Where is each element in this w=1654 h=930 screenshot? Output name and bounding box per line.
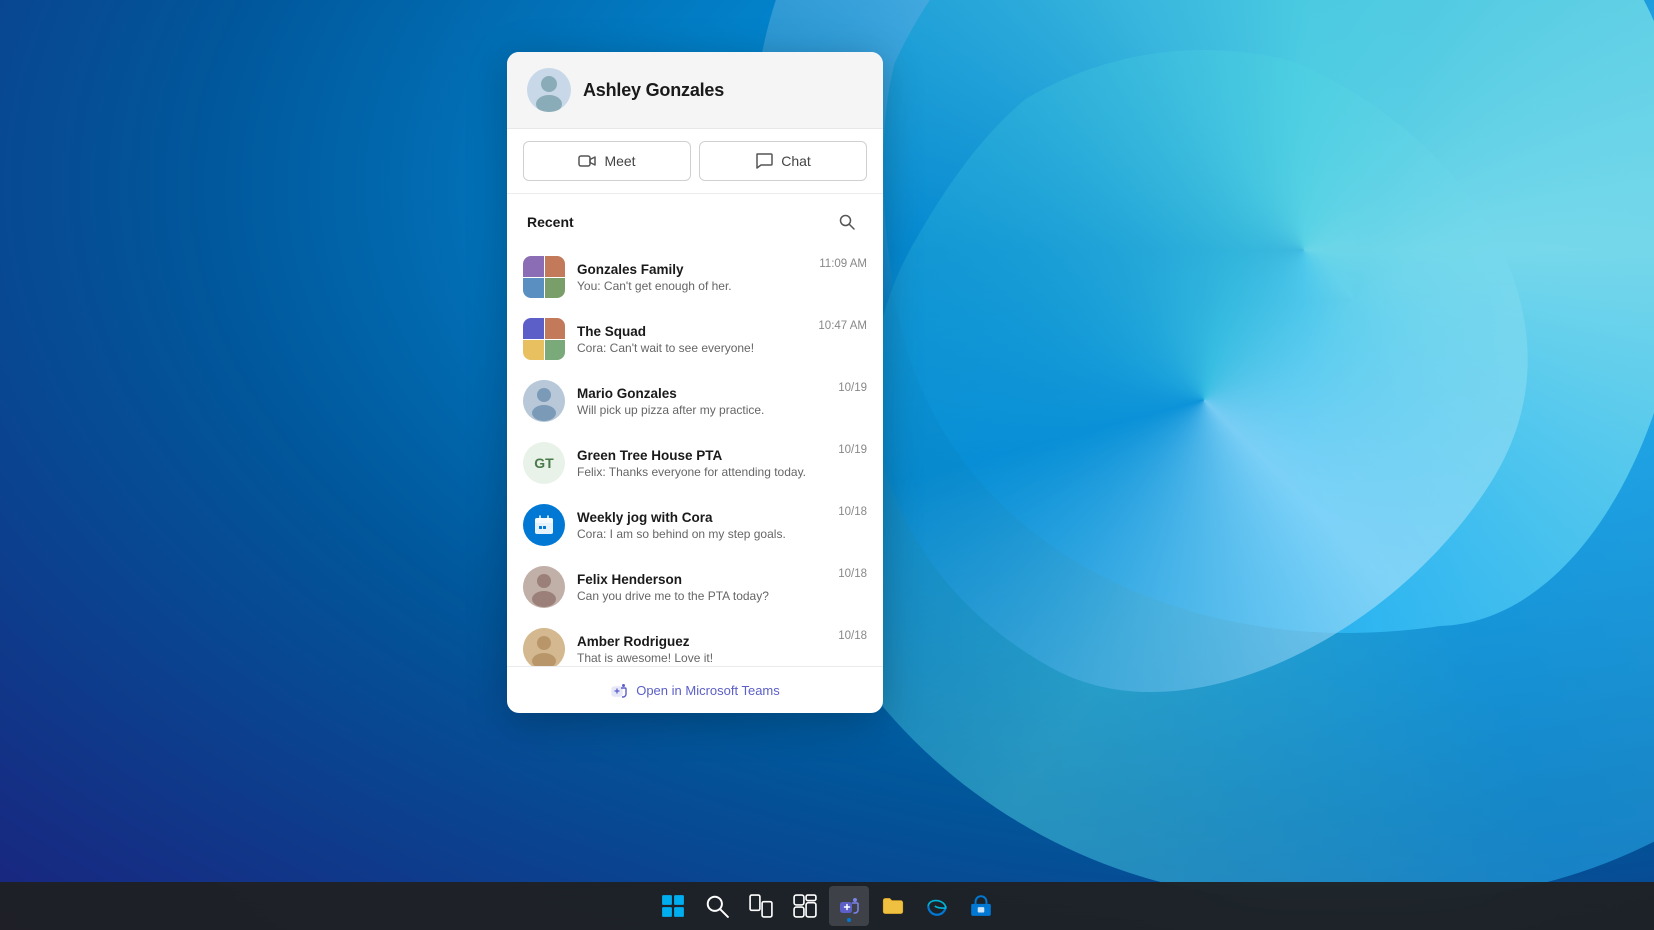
avatar xyxy=(523,628,565,666)
chat-content: The Squad Cora: Can't wait to see everyo… xyxy=(577,324,806,355)
chat-content: Felix Henderson Can you drive me to the … xyxy=(577,572,826,603)
list-item[interactable]: Amber Rodriguez That is awesome! Love it… xyxy=(507,618,883,666)
chat-time: 10:47 AM xyxy=(818,320,867,332)
chat-content: Weekly jog with Cora Cora: I am so behin… xyxy=(577,510,826,541)
list-item[interactable]: GT Green Tree House PTA Felix: Thanks ev… xyxy=(507,432,883,494)
chat-preview: Cora: Can't wait to see everyone! xyxy=(577,341,806,355)
list-item[interactable]: Gonzales Family You: Can't get enough of… xyxy=(507,246,883,308)
chat-content: Green Tree House PTA Felix: Thanks every… xyxy=(577,448,826,479)
chat-content: Amber Rodriguez That is awesome! Love it… xyxy=(577,634,826,665)
calendar-icon xyxy=(533,514,555,536)
widgets-icon[interactable] xyxy=(785,886,825,926)
chat-content: Gonzales Family You: Can't get enough of… xyxy=(577,262,807,293)
avatar xyxy=(523,318,565,360)
search-recent-button[interactable] xyxy=(831,206,863,238)
chat-time: 10/19 xyxy=(838,444,867,456)
search-taskbar-icon[interactable] xyxy=(697,886,737,926)
chat-name: Felix Henderson xyxy=(577,572,826,587)
avatar xyxy=(523,566,565,608)
chat-name: Mario Gonzales xyxy=(577,386,826,401)
avatar xyxy=(523,380,565,422)
chat-time: 11:09 AM xyxy=(819,258,867,270)
start-icon[interactable] xyxy=(653,886,693,926)
user-display-name: Ashley Gonzales xyxy=(583,80,724,101)
edge-icon[interactable] xyxy=(917,886,957,926)
open-teams-label: Open in Microsoft Teams xyxy=(636,683,780,698)
open-in-teams-button[interactable]: Open in Microsoft Teams xyxy=(507,666,883,713)
teams-panel: Ashley Gonzales Meet Chat Recent xyxy=(507,52,883,713)
list-item[interactable]: The Squad Cora: Can't wait to see everyo… xyxy=(507,308,883,370)
panel-header: Ashley Gonzales xyxy=(507,52,883,129)
chat-time: 10/18 xyxy=(838,506,867,518)
chat-time: 10/19 xyxy=(838,382,867,394)
meet-button[interactable]: Meet xyxy=(523,141,691,181)
list-item[interactable]: Mario Gonzales Will pick up pizza after … xyxy=(507,370,883,432)
chat-name: Weekly jog with Cora xyxy=(577,510,826,525)
user-avatar xyxy=(527,68,571,112)
avatar xyxy=(523,504,565,546)
teams-taskbar-icon[interactable] xyxy=(829,886,869,926)
list-item[interactable]: Felix Henderson Can you drive me to the … xyxy=(507,556,883,618)
chat-preview: Will pick up pizza after my practice. xyxy=(577,403,826,417)
taskbar xyxy=(0,882,1654,930)
avatar xyxy=(523,256,565,298)
chat-time: 10/18 xyxy=(838,568,867,580)
chat-name: The Squad xyxy=(577,324,806,339)
chat-preview: Can you drive me to the PTA today? xyxy=(577,589,826,603)
meet-icon xyxy=(578,152,596,170)
chat-name: Gonzales Family xyxy=(577,262,807,277)
chat-icon xyxy=(755,152,773,170)
chat-button[interactable]: Chat xyxy=(699,141,867,181)
action-buttons-container: Meet Chat xyxy=(507,129,883,194)
teams-icon xyxy=(610,681,628,699)
recent-header: Recent xyxy=(507,194,883,246)
file-explorer-icon[interactable] xyxy=(873,886,913,926)
chat-preview: That is awesome! Love it! xyxy=(577,651,826,665)
chat-preview: You: Can't get enough of her. xyxy=(577,279,807,293)
chat-time: 10/18 xyxy=(838,630,867,642)
task-view-icon[interactable] xyxy=(741,886,781,926)
chat-content: Mario Gonzales Will pick up pizza after … xyxy=(577,386,826,417)
chat-preview: Cora: I am so behind on my step goals. xyxy=(577,527,826,541)
search-icon xyxy=(839,214,855,230)
list-item[interactable]: Weekly jog with Cora Cora: I am so behin… xyxy=(507,494,883,556)
avatar: GT xyxy=(523,442,565,484)
store-icon[interactable] xyxy=(961,886,1001,926)
chat-preview: Felix: Thanks everyone for attending tod… xyxy=(577,465,826,479)
chat-name: Green Tree House PTA xyxy=(577,448,826,463)
chat-list: Gonzales Family You: Can't get enough of… xyxy=(507,246,883,666)
recent-label: Recent xyxy=(527,214,574,230)
chat-name: Amber Rodriguez xyxy=(577,634,826,649)
